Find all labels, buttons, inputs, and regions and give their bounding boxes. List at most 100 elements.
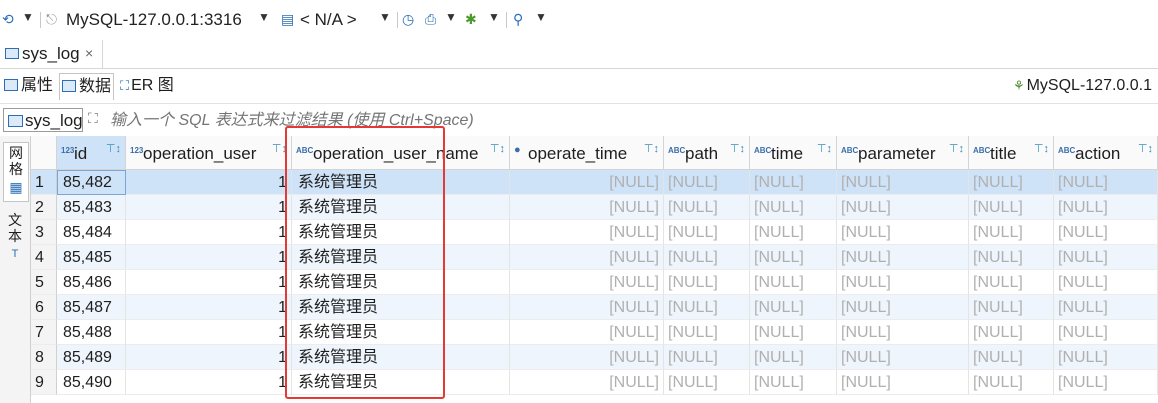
cell-operation-user[interactable]: 1 xyxy=(126,345,292,370)
schema-selector[interactable]: < N/A > xyxy=(300,10,357,30)
tab-data[interactable]: 数据 xyxy=(59,73,115,100)
cell-operate-time[interactable]: [NULL] xyxy=(510,245,664,270)
results-grid[interactable]: 123 id ⊤↕ 123 operation_user ⊤↕ ABC operation_u… xyxy=(31,136,1158,403)
cell-null[interactable]: [NULL] xyxy=(837,245,969,270)
cell-null[interactable]: [NULL] xyxy=(837,345,969,370)
cell-null[interactable]: [NULL] xyxy=(664,370,750,395)
filter-sort-icon[interactable]: ⊤↕ xyxy=(644,142,659,155)
filter-sort-icon[interactable]: ⊤↕ xyxy=(817,142,832,155)
cell-null[interactable]: [NULL] xyxy=(837,295,969,320)
dashboard-icon[interactable]: ◷ xyxy=(402,11,414,28)
cell-null[interactable]: [NULL] xyxy=(1054,295,1158,320)
cell-null[interactable]: [NULL] xyxy=(750,245,837,270)
filter-input[interactable] xyxy=(110,110,1150,132)
cell-null[interactable]: [NULL] xyxy=(969,170,1054,195)
cell-null[interactable]: [NULL] xyxy=(969,295,1054,320)
cell-null[interactable]: [NULL] xyxy=(664,170,750,195)
cell-operation-user[interactable]: 1 xyxy=(126,270,292,295)
column-header-id[interactable]: 123 id ⊤↕ xyxy=(57,136,126,170)
row-number[interactable]: 8 xyxy=(31,345,57,370)
cell-null[interactable]: [NULL] xyxy=(750,295,837,320)
row-number[interactable]: 3 xyxy=(31,220,57,245)
table-name-box[interactable]: sys_log xyxy=(3,108,83,132)
tab-sys-log[interactable]: sys_log × xyxy=(0,40,103,68)
cell-operation-user[interactable]: 1 xyxy=(126,295,292,320)
filter-expand-icon[interactable]: ⛶ xyxy=(88,110,98,127)
cell-null[interactable]: [NULL] xyxy=(969,195,1054,220)
cell-operate-time[interactable]: [NULL] xyxy=(510,170,664,195)
debug-icon[interactable]: ✱ xyxy=(465,11,477,28)
cell-operate-time[interactable]: [NULL] xyxy=(510,320,664,345)
filter-sort-icon[interactable]: ⊤↕ xyxy=(730,142,745,155)
debug-dropdown-icon[interactable]: ▼ xyxy=(488,10,500,24)
column-header-operation-user[interactable]: 123 operation_user ⊤↕ xyxy=(126,136,292,170)
close-icon[interactable]: × xyxy=(85,45,93,61)
cell-null[interactable]: [NULL] xyxy=(750,270,837,295)
cell-id[interactable]: 85,487 xyxy=(57,295,126,320)
cell-operate-time[interactable]: [NULL] xyxy=(510,345,664,370)
cell-null[interactable]: [NULL] xyxy=(664,270,750,295)
cell-operation-user[interactable]: 1 xyxy=(126,170,292,195)
cell-id[interactable]: 85,489 xyxy=(57,345,126,370)
cell-null[interactable]: [NULL] xyxy=(1054,345,1158,370)
schema-dropdown-icon[interactable]: ▼ xyxy=(379,10,391,24)
grid-corner[interactable] xyxy=(31,136,57,170)
cell-null[interactable]: [NULL] xyxy=(969,220,1054,245)
connection-dropdown-icon[interactable]: ▼ xyxy=(258,10,270,24)
row-number[interactable]: 4 xyxy=(31,245,57,270)
filter-sort-icon[interactable]: ⊤↕ xyxy=(490,142,505,155)
cell-operation-user[interactable]: 1 xyxy=(126,370,292,395)
cell-operation-user[interactable]: 1 xyxy=(126,245,292,270)
cell-operate-time[interactable]: [NULL] xyxy=(510,295,664,320)
filter-sort-icon[interactable]: ⊤↕ xyxy=(949,142,964,155)
tab-er-diagram[interactable]: ⛶ ER 图 xyxy=(118,73,176,99)
cell-null[interactable]: [NULL] xyxy=(837,320,969,345)
column-header-title[interactable]: ABC title ⊤↕ xyxy=(969,136,1054,170)
cell-null[interactable]: [NULL] xyxy=(969,345,1054,370)
cell-operate-time[interactable]: [NULL] xyxy=(510,220,664,245)
filter-sort-icon[interactable]: ⊤↕ xyxy=(106,142,121,155)
cell-id[interactable]: 85,490 xyxy=(57,370,126,395)
cell-null[interactable]: [NULL] xyxy=(837,270,969,295)
cell-null[interactable]: [NULL] xyxy=(969,370,1054,395)
column-header-operate-time[interactable]: ● operate_time ⊤↕ xyxy=(510,136,664,170)
print-icon[interactable]: ⎙ xyxy=(425,11,436,28)
row-number[interactable]: 5 xyxy=(31,270,57,295)
cell-id[interactable]: 85,486 xyxy=(57,270,126,295)
cell-null[interactable]: [NULL] xyxy=(837,195,969,220)
cell-null[interactable]: [NULL] xyxy=(969,320,1054,345)
column-header-path[interactable]: ABC path ⊤↕ xyxy=(664,136,750,170)
filter-sort-icon[interactable]: ⊤↕ xyxy=(1138,142,1153,155)
cell-null[interactable]: [NULL] xyxy=(750,345,837,370)
search-icon[interactable]: ⚲ xyxy=(513,11,523,28)
cell-null[interactable]: [NULL] xyxy=(1054,245,1158,270)
cell-null[interactable]: [NULL] xyxy=(750,170,837,195)
cell-id[interactable]: 85,482 xyxy=(57,170,126,195)
filter-sort-icon[interactable]: ⊤↕ xyxy=(1034,142,1049,155)
cell-id[interactable]: 85,484 xyxy=(57,220,126,245)
cell-null[interactable]: [NULL] xyxy=(1054,195,1158,220)
tab-grid-view[interactable]: 网格 ▦ xyxy=(3,142,29,202)
cell-null[interactable]: [NULL] xyxy=(664,195,750,220)
cell-id[interactable]: 85,485 xyxy=(57,245,126,270)
tab-properties[interactable]: 属性 xyxy=(2,73,55,99)
column-header-action[interactable]: ABC action ⊤↕ xyxy=(1054,136,1158,170)
cell-null[interactable]: [NULL] xyxy=(969,245,1054,270)
cell-null[interactable]: [NULL] xyxy=(1054,370,1158,395)
history-icon[interactable]: ⟲ xyxy=(2,11,14,28)
cell-null[interactable]: [NULL] xyxy=(837,370,969,395)
cell-null[interactable]: [NULL] xyxy=(837,170,969,195)
column-header-parameter[interactable]: ABC parameter ⊤↕ xyxy=(837,136,969,170)
row-number[interactable]: 6 xyxy=(31,295,57,320)
row-number[interactable]: 9 xyxy=(31,370,57,395)
row-number[interactable]: 7 xyxy=(31,320,57,345)
column-header-time[interactable]: ABC time ⊤↕ xyxy=(750,136,837,170)
history-dropdown-icon[interactable]: ▼ xyxy=(22,10,34,24)
row-number[interactable]: 1 xyxy=(31,170,57,195)
cell-null[interactable]: [NULL] xyxy=(664,245,750,270)
cell-null[interactable]: [NULL] xyxy=(750,320,837,345)
print-dropdown-icon[interactable]: ▼ xyxy=(445,10,457,24)
cell-null[interactable]: [NULL] xyxy=(837,220,969,245)
cell-id[interactable]: 85,488 xyxy=(57,320,126,345)
cell-operation-user[interactable]: 1 xyxy=(126,320,292,345)
